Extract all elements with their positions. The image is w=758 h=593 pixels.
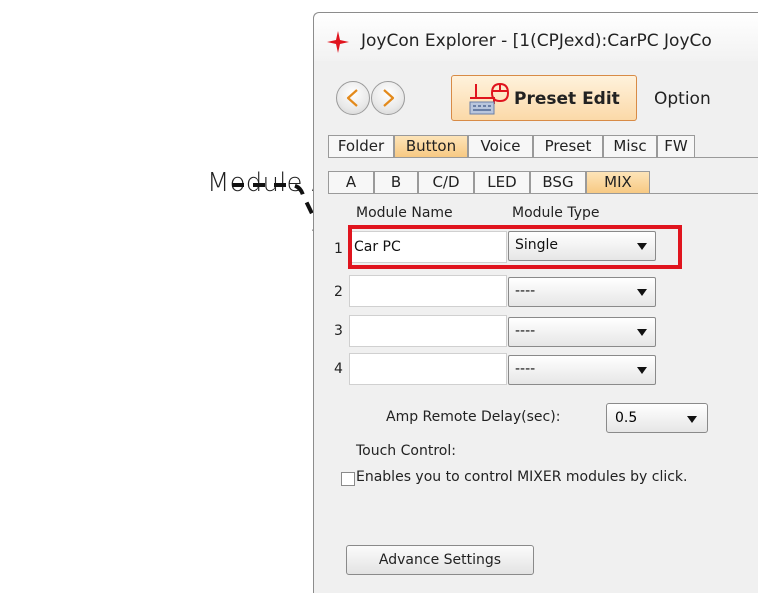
subtab-divider (328, 193, 758, 194)
module-type-header: Module Type (512, 205, 600, 221)
module-name-input-4[interactable] (349, 353, 507, 385)
tab-mix[interactable]: MIX (586, 171, 650, 193)
module-type-select-4[interactable]: ---- (508, 355, 656, 385)
app-star-icon (327, 31, 349, 53)
window-title: JoyCon Explorer - [1(CPJexd):CarPC JoyCo (361, 31, 712, 51)
module-name-header: Module Name (356, 205, 453, 221)
tab-b[interactable]: B (374, 171, 418, 193)
module-name-input-2[interactable] (349, 275, 507, 307)
dropdown-arrow-icon (637, 289, 647, 296)
tab-fw[interactable]: FW (657, 135, 695, 157)
title-bar: JoyCon Explorer - [1(CPJexd):CarPC JoyCo (314, 13, 758, 61)
tab-divider (328, 157, 758, 158)
advance-settings-button[interactable]: Advance Settings (346, 545, 534, 575)
tab-button[interactable]: Button (394, 135, 468, 157)
select-value: ---- (515, 323, 536, 339)
dropdown-arrow-icon (637, 367, 647, 374)
touch-control-description: Enables you to control MIXER modules by … (356, 469, 688, 485)
row-number: 2 (334, 284, 343, 300)
module-type-select-3[interactable]: ---- (508, 317, 656, 347)
module-name-input-3[interactable] (349, 315, 507, 347)
amp-remote-delay-label: Amp Remote Delay(sec): (386, 409, 561, 425)
preset-edit-button[interactable]: Preset Edit (451, 75, 637, 121)
app-window: JoyCon Explorer - [1(CPJexd):CarPC JoyCo… (313, 12, 758, 593)
tab-preset[interactable]: Preset (533, 135, 603, 157)
tab-led[interactable]: LED (474, 171, 530, 193)
select-value: ---- (515, 361, 536, 377)
option-button[interactable]: Option (654, 89, 711, 109)
tab-folder[interactable]: Folder (328, 135, 394, 157)
forward-button[interactable] (371, 81, 405, 115)
select-value: 0.5 (615, 410, 638, 426)
keyboard-mouse-icon (469, 82, 510, 115)
tab-cd[interactable]: C/D (418, 171, 474, 193)
chevron-left-icon (346, 89, 358, 107)
tab-bsg[interactable]: BSG (530, 171, 586, 193)
tab-voice[interactable]: Voice (468, 135, 533, 157)
row-number: 1 (334, 241, 343, 257)
select-value: ---- (515, 283, 536, 299)
highlight-box (348, 225, 682, 269)
touch-control-checkbox[interactable] (341, 472, 355, 486)
toolbar: Preset Edit Option (314, 61, 758, 121)
module-type-select-2[interactable]: ---- (508, 277, 656, 307)
dropdown-arrow-icon (637, 329, 647, 336)
tab-misc[interactable]: Misc (603, 135, 657, 157)
chevron-right-icon (383, 89, 395, 107)
back-button[interactable] (336, 81, 370, 115)
dropdown-arrow-icon (687, 416, 697, 423)
tab-a[interactable]: A (328, 171, 374, 193)
row-number: 3 (334, 323, 343, 339)
row-number: 4 (334, 361, 343, 377)
preset-edit-label: Preset Edit (514, 89, 620, 109)
amp-remote-delay-select[interactable]: 0.5 (606, 403, 708, 433)
touch-control-title: Touch Control: (356, 443, 456, 459)
